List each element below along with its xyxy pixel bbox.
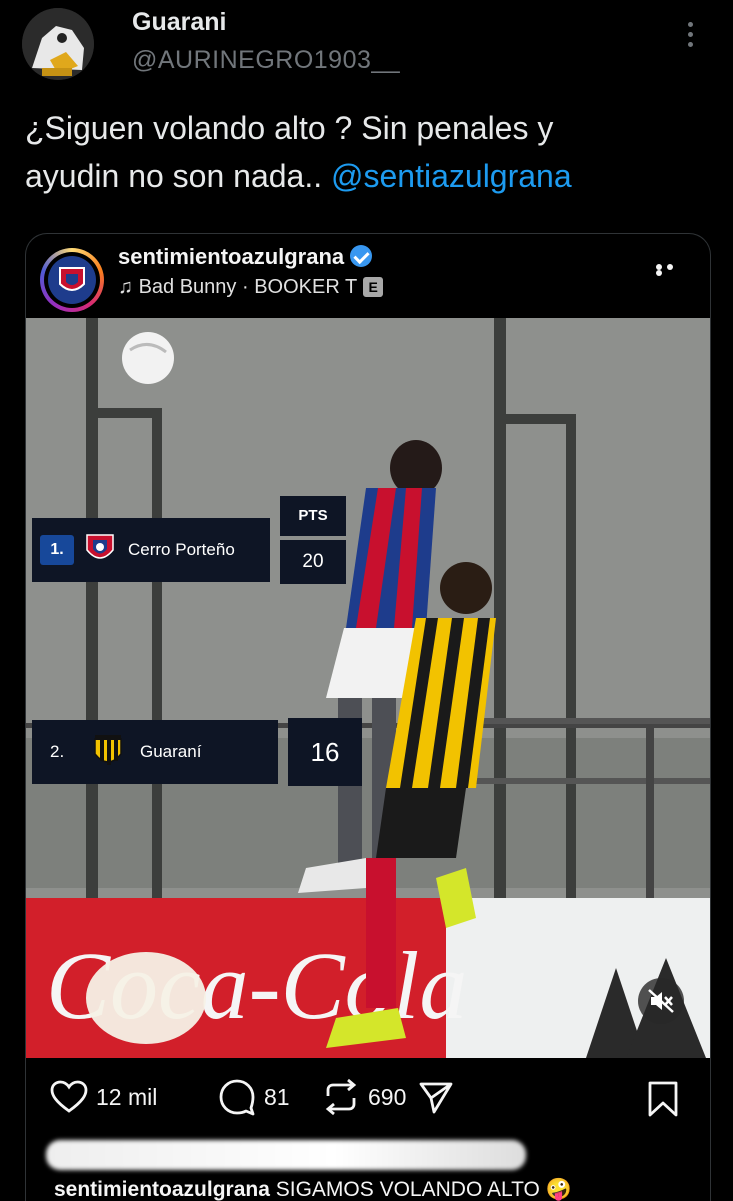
verified-badge-icon bbox=[350, 245, 373, 267]
audio-title[interactable]: Bad Bunny · BOOKER T bbox=[139, 276, 358, 298]
post-caption: sentimientoazulgrana SIGAMOS VOLANDO ALT… bbox=[54, 1178, 572, 1201]
rank-badge: 1. bbox=[40, 535, 74, 565]
action-bar: 12 mil 81 690 bbox=[26, 1072, 710, 1132]
display-name[interactable]: Guarani bbox=[132, 8, 226, 37]
club-crest-icon bbox=[48, 256, 96, 304]
team-points: 20 bbox=[280, 540, 346, 584]
profile-avatar[interactable] bbox=[40, 248, 104, 312]
mute-button[interactable] bbox=[638, 978, 684, 1024]
avatar[interactable] bbox=[22, 8, 94, 80]
team-points: 16 bbox=[288, 718, 362, 786]
repost-button[interactable]: 690 bbox=[322, 1072, 406, 1122]
heart-icon bbox=[50, 1080, 88, 1113]
share-button[interactable] bbox=[418, 1072, 462, 1122]
team-name: Guaraní bbox=[140, 742, 202, 761]
repost-icon bbox=[325, 1078, 357, 1116]
caption-emoji: 🤪 bbox=[545, 1178, 572, 1201]
team-name: Cerro Porteño bbox=[128, 540, 235, 559]
music-note-icon: ♫ bbox=[118, 276, 133, 298]
tweet-text-line1: ¿Siguen volando alto ? Sin penales y bbox=[25, 110, 554, 146]
post-username-text[interactable]: sentimientoazulgrana bbox=[118, 244, 344, 269]
standings-row: 2. Guaraní bbox=[32, 720, 278, 784]
audio-info[interactable]: ♫ Bad Bunny · BOOKER TE bbox=[118, 276, 384, 299]
comment-count: 81 bbox=[264, 1083, 290, 1110]
repost-count: 690 bbox=[368, 1083, 407, 1110]
embedded-post[interactable]: sentimientoazulgrana ♫ Bad Bunny · BOOKE… bbox=[25, 233, 711, 1201]
tweet-text: ¿Siguen volando alto ? Sin penales y ayu… bbox=[25, 104, 715, 200]
redacted-comment bbox=[46, 1140, 526, 1170]
comment-button[interactable]: 81 bbox=[218, 1072, 290, 1122]
pts-header: PTS bbox=[280, 496, 346, 536]
mention-link[interactable]: @sentiazulgrana bbox=[331, 158, 572, 194]
tweet-text-line2: ayudin no son nada.. bbox=[25, 158, 332, 194]
like-button[interactable]: 12 mil bbox=[50, 1072, 157, 1122]
video-player[interactable]: Coca-Cola PTS 1. Cerro Porteño 20 2. Gua… bbox=[26, 318, 710, 1058]
post-more-icon[interactable] bbox=[656, 264, 688, 276]
like-count: 12 mil bbox=[96, 1083, 158, 1110]
share-icon bbox=[419, 1082, 453, 1114]
comment-icon bbox=[219, 1079, 255, 1116]
post-username[interactable]: sentimientoazulgrana bbox=[118, 244, 373, 270]
save-button[interactable] bbox=[646, 1080, 680, 1123]
user-handle[interactable]: @AURINEGRO1903__ bbox=[132, 46, 400, 75]
video-frame: Coca-Cola bbox=[26, 318, 710, 1058]
explicit-badge: E bbox=[363, 277, 384, 297]
cerro-porteno-crest-icon bbox=[86, 534, 114, 559]
rank-label: 2. bbox=[50, 742, 65, 761]
guarani-crest-icon bbox=[94, 735, 122, 765]
bookmark-icon bbox=[648, 1081, 678, 1117]
speaker-muted-icon bbox=[648, 989, 674, 1013]
standings-row: 1. Cerro Porteño bbox=[32, 518, 270, 582]
caption-username[interactable]: sentimientoazulgrana bbox=[54, 1178, 270, 1201]
caption-text: SIGAMOS VOLANDO ALTO bbox=[275, 1178, 540, 1201]
more-options-icon[interactable] bbox=[684, 22, 696, 52]
